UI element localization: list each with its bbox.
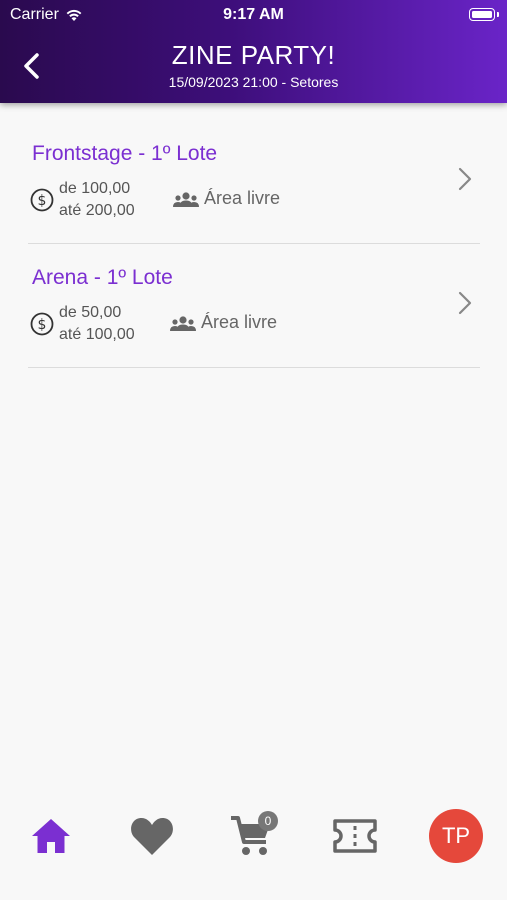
clock: 9:17 AM	[223, 6, 284, 23]
sector-name: Arena - 1º Lote	[32, 266, 173, 289]
price-from: de 100,00	[59, 180, 131, 197]
tab-favorites[interactable]	[124, 809, 180, 863]
page-subtitle: 15/09/2023 21:00 - Setores	[168, 74, 339, 90]
tab-home[interactable]	[23, 809, 79, 863]
tab-tickets[interactable]	[327, 809, 383, 863]
sector-name: Frontstage - 1º Lote	[32, 142, 218, 165]
tab-cart[interactable]: 0	[224, 809, 280, 863]
sector-item[interactable]: Frontstage - 1º Lote $ de 100,00 até 200…	[28, 120, 480, 244]
svg-text:$: $	[38, 193, 47, 209]
svg-text:$: $	[38, 317, 47, 333]
avatar: TP	[429, 809, 483, 863]
home-icon	[32, 819, 70, 853]
heart-icon	[131, 818, 173, 855]
price-from: de 50,00	[59, 304, 122, 321]
people-group-icon	[173, 192, 199, 207]
area-label: Área livre	[204, 188, 281, 208]
area-label: Área livre	[201, 312, 278, 332]
status-bar: Carrier 9:17 AM	[0, 0, 507, 30]
people-group-icon	[170, 316, 196, 331]
ticket-icon	[333, 819, 377, 853]
chevron-right-icon	[458, 167, 472, 191]
cart-count-badge: 0	[258, 811, 278, 831]
price-to: até 200,00	[59, 202, 135, 219]
price-range: de 100,00 até 200,00	[59, 178, 135, 222]
dollar-circle-icon: $	[30, 188, 54, 212]
app-header: Carrier 9:17 AM ZINE PARTY! 15/09/2023 2…	[0, 0, 507, 103]
tab-profile[interactable]: TP	[428, 809, 484, 863]
battery-icon	[469, 8, 495, 21]
dollar-circle-icon: $	[30, 312, 54, 336]
chevron-right-icon	[458, 291, 472, 315]
price-to: até 100,00	[59, 326, 135, 343]
bottom-tab-bar: 0 TP	[0, 795, 507, 900]
sector-item[interactable]: Arena - 1º Lote $ de 50,00 até 100,00 Ár…	[28, 244, 480, 368]
battery-tip	[497, 12, 499, 17]
price-range: de 50,00 até 100,00	[59, 302, 135, 346]
sector-list: Frontstage - 1º Lote $ de 100,00 até 200…	[28, 120, 480, 368]
page-title: ZINE PARTY!	[171, 40, 336, 70]
